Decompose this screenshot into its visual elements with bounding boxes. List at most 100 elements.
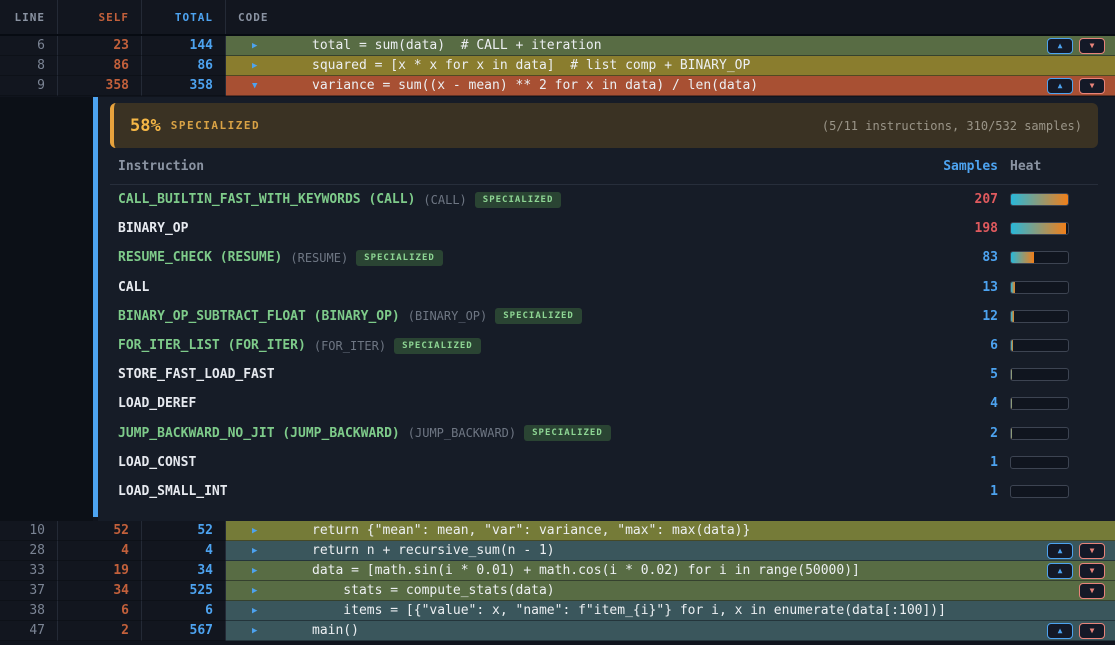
expand-arrow-icon[interactable] [252,546,262,556]
instruction-name: BINARY_OP_SUBTRACT_FLOAT (BINARY_OP) [118,309,400,324]
expand-arrow-icon[interactable] [252,566,262,576]
instruction-name: FOR_ITER_LIST (FOR_ITER) [118,338,306,353]
jump-down-button[interactable]: ▼ [1079,583,1105,599]
instruction-name: STORE_FAST_LOAD_FAST [118,367,275,382]
line-number: 10 [0,521,58,541]
heat-bar [1010,193,1069,206]
table-header: LINE SELF TOTAL CODE [0,0,1115,36]
jump-up-button[interactable]: ▲ [1047,78,1073,94]
jump-down-button[interactable]: ▼ [1079,78,1105,94]
jump-down-button[interactable]: ▼ [1079,38,1105,54]
code-cell[interactable]: return n + recursive_sum(n - 1) ▲ ▼ [226,541,1115,561]
code-cell[interactable]: return {"mean": mean, "var": variance, "… [226,521,1115,541]
heat-bar [1010,310,1069,323]
jump-down-button[interactable]: ▼ [1079,543,1105,559]
expand-arrow-icon[interactable] [252,626,262,636]
instruction-name: LOAD_SMALL_INT [118,484,228,499]
samples-count: 4 [928,396,998,411]
heat-bar-fill [1011,398,1012,409]
samples-count: 1 [928,455,998,470]
heat-bar-fill [1011,223,1066,234]
code-cell[interactable]: stats = compute_stats(data) ▼ [226,581,1115,601]
jump-down-button[interactable]: ▼ [1079,563,1105,579]
code-cell[interactable]: data = [math.sin(i * 0.01) + math.cos(i … [226,561,1115,581]
specialized-badge: SPECIALIZED [495,308,582,324]
expand-arrow-icon[interactable] [252,41,262,51]
code-text: total = sum(data) # CALL + iteration [312,38,602,53]
code-table-top: LINE SELF TOTAL CODE 6 23 144 total = su… [0,0,1115,96]
instruction-table-header: Instruction Samples Heat [110,148,1098,185]
code-cell[interactable]: variance = sum((x - mean) ** 2 for x in … [226,76,1115,96]
expand-arrow-icon[interactable] [252,606,262,616]
instruction-row: LOAD_CONST 1 [110,448,1098,477]
total-samples: 34 [142,561,226,581]
samples-count: 2 [928,426,998,441]
instruction-row: CALL 13 [110,273,1098,302]
code-cell[interactable]: squared = [x * x for x in data] # list c… [226,56,1115,76]
instruction-column-header: Instruction [118,159,928,174]
code-line-row: 9 358 358 variance = sum((x - mean) ** 2… [0,76,1115,96]
samples-count: 198 [928,221,998,236]
expand-arrow-icon[interactable] [252,61,262,71]
column-header-total: TOTAL [142,0,226,34]
collapse-arrow-icon[interactable] [252,81,262,91]
total-samples: 358 [142,76,226,96]
total-samples: 6 [142,601,226,621]
jump-up-button[interactable]: ▲ [1047,563,1073,579]
line-number: 9 [0,76,58,96]
instruction-row: CALL_BUILTIN_FAST_WITH_KEYWORDS (CALL)(C… [110,185,1098,214]
self-samples: 4 [58,541,142,561]
jump-up-button[interactable]: ▲ [1047,38,1073,54]
total-samples: 86 [142,56,226,76]
instruction-row: LOAD_SMALL_INT 1 [110,477,1098,506]
expand-arrow-icon[interactable] [252,586,262,596]
samples-count: 13 [928,280,998,295]
code-text: main() [312,623,359,638]
code-cell[interactable]: items = [{"value": x, "name": f"item_{i}… [226,601,1115,621]
heat-bar [1010,427,1069,440]
specialization-meta: (5/11 instructions, 310/532 samples) [822,119,1082,133]
self-samples: 34 [58,581,142,601]
instruction-detail-panel: 58% SPECIALIZED (5/11 instructions, 310/… [0,97,1115,521]
self-samples: 86 [58,56,142,76]
specialization-banner: 58% SPECIALIZED (5/11 instructions, 310/… [110,103,1098,148]
heat-bar [1010,339,1069,352]
jump-down-button[interactable]: ▼ [1079,623,1105,639]
instruction-name: LOAD_CONST [118,455,196,470]
instruction-row: FOR_ITER_LIST (FOR_ITER)(FOR_ITER)SPECIA… [110,331,1098,360]
line-number: 33 [0,561,58,581]
samples-count: 1 [928,484,998,499]
heat-bar [1010,485,1069,498]
code-line-row: 6 23 144 total = sum(data) # CALL + iter… [0,36,1115,56]
self-samples: 358 [58,76,142,96]
code-line-row: 10 52 52 return {"mean": mean, "var": va… [0,521,1115,541]
code-line-row: 33 19 34 data = [math.sin(i * 0.01) + ma… [0,561,1115,581]
jump-up-button[interactable]: ▲ [1047,623,1073,639]
code-cell[interactable]: total = sum(data) # CALL + iteration ▲ ▼ [226,36,1115,56]
self-samples: 23 [58,36,142,56]
expand-arrow-icon[interactable] [252,526,262,536]
jump-up-button[interactable]: ▲ [1047,543,1073,559]
line-number: 47 [0,621,58,641]
panel-content: 58% SPECIALIZED (5/11 instructions, 310/… [98,97,1115,521]
instruction-row: BINARY_OP 198 [110,214,1098,243]
code-line-row: 8 86 86 squared = [x * x for x in data] … [0,56,1115,76]
instruction-name: BINARY_OP [118,221,188,236]
samples-column-header[interactable]: Samples [928,159,998,174]
heat-bar-fill [1011,369,1012,380]
instruction-row: BINARY_OP_SUBTRACT_FLOAT (BINARY_OP)(BIN… [110,302,1098,331]
specialized-badge: SPECIALIZED [524,425,611,441]
code-table-bottom: 10 52 52 return {"mean": mean, "var": va… [0,521,1115,641]
column-header-code: CODE [226,0,1115,34]
self-samples: 19 [58,561,142,581]
instruction-name: RESUME_CHECK (RESUME) [118,250,282,265]
base-opcode: (CALL) [423,193,466,207]
specialized-badge: SPECIALIZED [356,250,443,266]
code-text: return {"mean": mean, "var": variance, "… [312,523,750,538]
code-cell[interactable]: main() ▲ ▼ [226,621,1115,641]
heat-bar-fill [1011,340,1013,351]
heat-bar [1010,222,1069,235]
code-line-row: 47 2 567 main() ▲ ▼ [0,621,1115,641]
panel-left-gutter [0,97,93,521]
total-samples: 52 [142,521,226,541]
